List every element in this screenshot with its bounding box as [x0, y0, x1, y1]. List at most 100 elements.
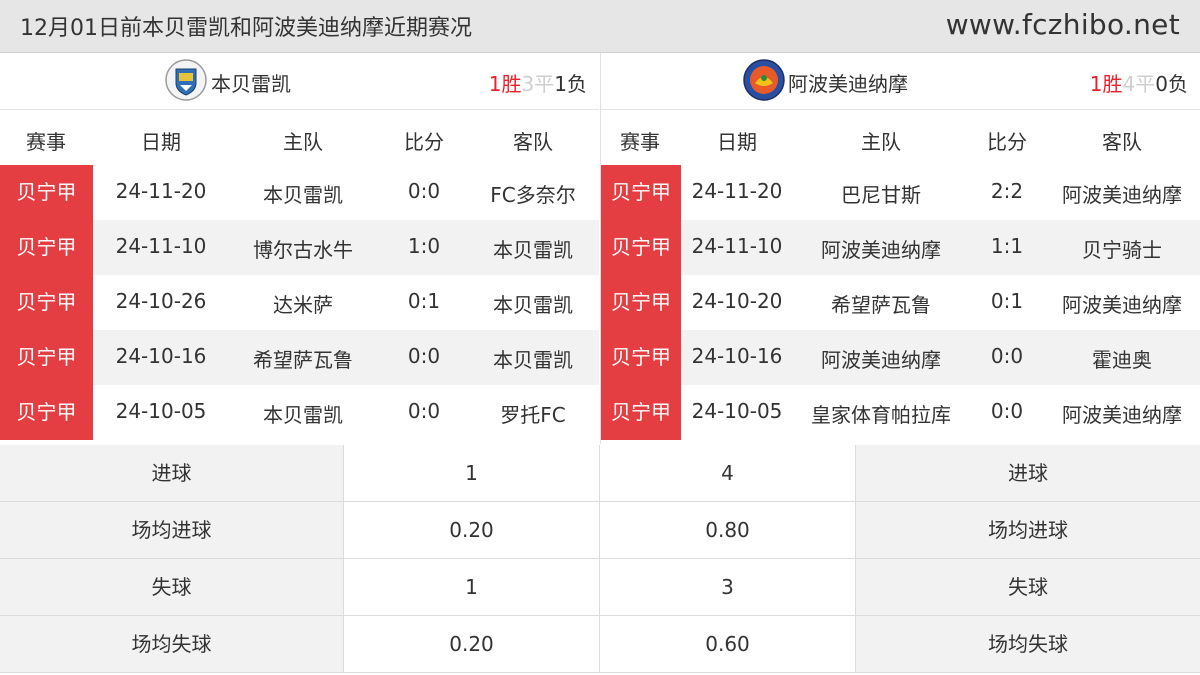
- away-team-panel: 阿波美迪纳摩 1胜4平0负 赛事 日期 主队 比分 客队 贝宁甲 24-11-2…: [600, 53, 1200, 444]
- abomey-dynamo-crest-icon: [743, 59, 785, 101]
- match-score[interactable]: 0:0: [991, 399, 1023, 423]
- table-row[interactable]: 贝宁甲 24-10-20 希望萨瓦鲁 0:1 阿波美迪纳摩: [601, 275, 1200, 330]
- table-row[interactable]: 贝宁甲 24-11-10 博尔古水牛 1:0 本贝雷凯: [0, 220, 599, 275]
- stat-label-right: 场均失球: [856, 616, 1200, 673]
- away-team[interactable]: 阿波美迪纳摩: [1062, 289, 1182, 318]
- record-draw: 3平: [521, 72, 555, 96]
- league-badge[interactable]: 贝宁甲: [601, 220, 681, 275]
- league-badge[interactable]: 贝宁甲: [601, 165, 681, 220]
- table-row[interactable]: 贝宁甲 24-10-05 皇家体育帕拉库 0:0 阿波美迪纳摩: [601, 385, 1200, 440]
- stats-table: 进球 1 4 进球 场均进球 0.20 0.80 场均进球 失球 1 3 失球 …: [0, 445, 1200, 675]
- team-header: 本贝雷凯 1胜3平1负: [0, 53, 599, 110]
- home-team[interactable]: 本贝雷凯: [263, 399, 343, 428]
- benbereke-crest-icon: [165, 59, 207, 101]
- league-badge[interactable]: 贝宁甲: [0, 385, 93, 440]
- col-score: 比分: [987, 130, 1027, 154]
- stat-value-right: 3: [600, 559, 856, 616]
- match-date: 24-11-20: [691, 179, 783, 203]
- match-date: 24-10-05: [115, 399, 207, 423]
- record-win: 1胜: [488, 72, 522, 96]
- home-team[interactable]: 巴尼甘斯: [841, 179, 921, 208]
- stat-label-right: 场均进球: [856, 502, 1200, 559]
- home-team[interactable]: 阿波美迪纳摩: [821, 234, 941, 263]
- page-header: 12月01日前本贝雷凯和阿波美迪纳摩近期赛况 www.fczhibo.net: [0, 0, 1200, 53]
- league-badge[interactable]: 贝宁甲: [0, 165, 93, 220]
- home-team[interactable]: 达米萨: [273, 289, 333, 318]
- away-team[interactable]: 霍迪奥: [1092, 344, 1152, 373]
- stat-label-left: 场均进球: [0, 502, 344, 559]
- league-badge[interactable]: 贝宁甲: [601, 275, 681, 330]
- stat-label-left: 失球: [0, 559, 344, 616]
- stat-label-right: 失球: [856, 559, 1200, 616]
- table-row[interactable]: 贝宁甲 24-11-20 本贝雷凯 0:0 FC多奈尔: [0, 165, 599, 220]
- record-loss: 1负: [554, 72, 587, 96]
- match-score[interactable]: 1:0: [408, 234, 440, 258]
- match-score[interactable]: 2:2: [991, 179, 1023, 203]
- record-win: 1胜: [1089, 72, 1123, 96]
- stat-row-avg-conceded: 场均失球 0.20 0.60 场均失球: [0, 616, 1200, 673]
- away-team[interactable]: 本贝雷凯: [493, 289, 573, 318]
- stat-label-right: 进球: [856, 445, 1200, 502]
- stat-value-right: 0.60: [600, 616, 856, 673]
- match-score[interactable]: 0:0: [408, 344, 440, 368]
- league-badge[interactable]: 贝宁甲: [0, 220, 93, 275]
- match-date: 24-11-10: [691, 234, 783, 258]
- team-record: 1胜4平0负: [1090, 68, 1188, 97]
- league-badge[interactable]: 贝宁甲: [0, 330, 93, 385]
- site-url[interactable]: www.fczhibo.net: [946, 8, 1180, 41]
- home-team[interactable]: 希望萨瓦鲁: [831, 289, 931, 318]
- table-row[interactable]: 贝宁甲 24-10-26 达米萨 0:1 本贝雷凯: [0, 275, 599, 330]
- away-team[interactable]: 本贝雷凯: [493, 234, 573, 263]
- table-row[interactable]: 贝宁甲 24-11-20 巴尼甘斯 2:2 阿波美迪纳摩: [601, 165, 1200, 220]
- table-row[interactable]: 贝宁甲 24-10-16 希望萨瓦鲁 0:0 本贝雷凯: [0, 330, 599, 385]
- table-row[interactable]: 贝宁甲 24-10-16 阿波美迪纳摩 0:0 霍迪奥: [601, 330, 1200, 385]
- league-badge[interactable]: 贝宁甲: [0, 275, 93, 330]
- home-team[interactable]: 阿波美迪纳摩: [821, 344, 941, 373]
- away-team[interactable]: 贝宁骑士: [1082, 234, 1162, 263]
- match-score[interactable]: 0:0: [991, 344, 1023, 368]
- column-headers: 赛事 日期 主队 比分 客队: [0, 110, 599, 165]
- stat-value-right: 4: [600, 445, 856, 502]
- match-score[interactable]: 0:1: [408, 289, 440, 313]
- col-away: 客队: [1102, 130, 1142, 154]
- stat-value-left: 0.20: [344, 502, 600, 559]
- match-date: 24-11-20: [115, 179, 207, 203]
- table-row[interactable]: 贝宁甲 24-10-05 本贝雷凯 0:0 罗托FC: [0, 385, 599, 440]
- team-record: 1胜3平1负: [489, 68, 587, 97]
- record-draw: 4平: [1122, 72, 1156, 96]
- home-team[interactable]: 皇家体育帕拉库: [811, 399, 951, 428]
- away-team[interactable]: 本贝雷凯: [493, 344, 573, 373]
- stat-value-left: 1: [344, 559, 600, 616]
- table-row[interactable]: 贝宁甲 24-11-10 阿波美迪纳摩 1:1 贝宁骑士: [601, 220, 1200, 275]
- stat-row-avg-goals: 场均进球 0.20 0.80 场均进球: [0, 502, 1200, 559]
- match-score[interactable]: 0:1: [991, 289, 1023, 313]
- team-name[interactable]: 阿波美迪纳摩: [788, 68, 908, 97]
- league-badge[interactable]: 贝宁甲: [601, 385, 681, 440]
- stat-label-left: 场均失球: [0, 616, 344, 673]
- league-badge[interactable]: 贝宁甲: [601, 330, 681, 385]
- team-name[interactable]: 本贝雷凯: [211, 68, 291, 97]
- col-date: 日期: [141, 130, 181, 154]
- home-team-panel: 本贝雷凯 1胜3平1负 赛事 日期 主队 比分 客队 贝宁甲 24-11-20 …: [0, 53, 599, 444]
- away-team[interactable]: FC多奈尔: [490, 179, 575, 208]
- stat-row-goals: 进球 1 4 进球: [0, 445, 1200, 502]
- col-away: 客队: [513, 130, 553, 154]
- record-loss: 0负: [1155, 72, 1188, 96]
- match-date: 24-11-10: [115, 234, 207, 258]
- away-team[interactable]: 阿波美迪纳摩: [1062, 179, 1182, 208]
- away-team[interactable]: 阿波美迪纳摩: [1062, 399, 1182, 428]
- page-title: 12月01日前本贝雷凯和阿波美迪纳摩近期赛况: [20, 16, 472, 41]
- match-date: 24-10-20: [691, 289, 783, 313]
- match-score[interactable]: 1:1: [991, 234, 1023, 258]
- col-league: 赛事: [26, 130, 66, 154]
- stat-value-right: 0.80: [600, 502, 856, 559]
- stat-label-left: 进球: [0, 445, 344, 502]
- away-team[interactable]: 罗托FC: [500, 399, 565, 428]
- home-team[interactable]: 希望萨瓦鲁: [253, 344, 353, 373]
- home-team[interactable]: 本贝雷凯: [263, 179, 343, 208]
- col-date: 日期: [717, 130, 757, 154]
- match-score[interactable]: 0:0: [408, 399, 440, 423]
- match-score[interactable]: 0:0: [408, 179, 440, 203]
- home-team[interactable]: 博尔古水牛: [253, 234, 353, 263]
- match-date: 24-10-05: [691, 399, 783, 423]
